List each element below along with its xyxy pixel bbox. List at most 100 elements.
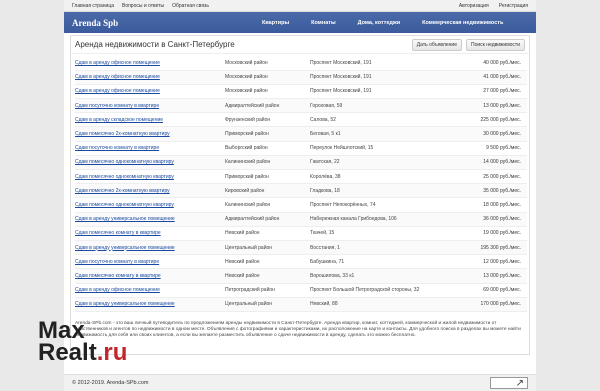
listing-address: Переулок Нейшлотский, 15: [310, 141, 450, 156]
listing-link[interactable]: Сдам посуточно комнату в квартире: [75, 259, 159, 265]
top-nav-link[interactable]: Обратная связь: [172, 3, 209, 9]
listing-address: Проспект Московский, 191: [310, 56, 450, 71]
listing-address: Проспект Большой Петроградской стороны, …: [310, 283, 450, 298]
table-row: Сдам в аренду офисное помещение Московски…: [75, 56, 527, 71]
table-row: Сдам помесячно комнату в квартире Невский…: [75, 226, 527, 241]
listing-link[interactable]: Сдам помесячно комнату в квартире: [75, 230, 161, 236]
listing-address: Ворошилова, 33 к1: [310, 268, 450, 284]
listing-link[interactable]: Сдам в аренду офисное помещение: [75, 88, 160, 94]
listing-price: 69 000 руб./мес.: [450, 283, 527, 298]
listing-address: Восстания, 1: [310, 240, 450, 256]
listing-title-cell: Сдам посуточно комнату в квартире: [75, 98, 225, 114]
listing-district: Кировский район: [225, 183, 310, 199]
listing-district: Московский район: [225, 56, 310, 71]
listing-address: Невский, 88: [310, 297, 450, 312]
table-row: Сдам посуточно комнату в квартире Невский…: [75, 254, 527, 270]
listing-price: 195 300 руб./мес.: [450, 240, 527, 256]
listing-title-cell: Сдам в аренду универсальное помещение: [75, 297, 225, 312]
listing-district: Адмиралтейский район: [225, 98, 310, 114]
top-nav-link[interactable]: Вопросы и ответы: [122, 3, 164, 9]
listing-address: Проспект Непокорённых, 74: [310, 197, 450, 213]
table-row: Сдам помесячно 2х-комнатную квартиру Киро…: [75, 183, 527, 199]
listing-address: Салова, 52: [310, 112, 450, 128]
arrow-icon: ↗: [515, 377, 524, 389]
listing-price: 9 500 руб./мес.: [450, 141, 527, 156]
listing-price: 36 000 руб./мес.: [450, 212, 527, 227]
main-menu-item[interactable]: Комнаты: [311, 20, 335, 26]
listing-district: Невский район: [225, 226, 310, 241]
table-row: Сдам помесячно 2х-комнатную квартиру Прим…: [75, 126, 527, 142]
listing-district: Центральный район: [225, 297, 310, 312]
listing-price: 225 000 руб./мес.: [450, 112, 527, 128]
listing-district: Калининский район: [225, 155, 310, 171]
listing-district: Невский район: [225, 268, 310, 284]
listing-link[interactable]: Сдам помесячно однокомнатную квартиру: [75, 202, 174, 208]
table-row: Сдам в аренду складское помещение Фрунзен…: [75, 112, 527, 128]
listing-link[interactable]: Сдам посуточно комнату в квартире: [75, 103, 159, 109]
listing-link[interactable]: Сдам помесячно 2х-комнатную квартиру: [75, 188, 170, 194]
search-property-button[interactable]: Поиск недвижимости: [466, 38, 525, 51]
table-row: Сдам помесячно комнату в квартире Невский…: [75, 268, 527, 284]
listing-district: Адмиралтейский район: [225, 212, 310, 227]
panel-header: Аренда недвижимости в Санкт-Петербурге Д…: [71, 36, 529, 54]
listing-title-cell: Сдам в аренду офисное помещение: [75, 56, 225, 71]
main-menu-item[interactable]: Квартиры: [262, 20, 289, 26]
listing-link[interactable]: Сдам в аренду офисное помещение: [75, 287, 160, 293]
listing-address: Гжатская, 22: [310, 155, 450, 171]
listing-address: Бабушкина, 71: [310, 254, 450, 270]
listing-price: 170 000 руб./мес.: [450, 297, 527, 312]
add-listing-button[interactable]: Дать объявление: [411, 38, 463, 51]
table-row: Сдам помесячно однокомнатную квартиру Кал…: [75, 197, 527, 213]
listing-link[interactable]: Сдам в аренду универсальное помещение: [75, 301, 175, 307]
listing-address: Королёва, 38: [310, 169, 450, 185]
table-row: Сдам в аренду универсальное помещение Цен…: [75, 240, 527, 256]
top-nav-right: Авторизация Регистрация: [449, 3, 528, 9]
top-nav-auth-link[interactable]: Регистрация: [499, 3, 528, 9]
listing-title-cell: Сдам посуточно комнату в квартире: [75, 254, 225, 270]
listing-price: 13 000 руб./мес.: [450, 98, 527, 114]
watermark: Max Realt.ru: [38, 317, 128, 366]
listing-link[interactable]: Сдам в аренду офисное помещение: [75, 60, 160, 66]
listing-district: Петроградский район: [225, 283, 310, 298]
listing-link[interactable]: Сдам в аренду универсальное помещение: [75, 216, 175, 222]
listing-title-cell: Сдам помесячно 2х-комнатную квартиру: [75, 183, 225, 199]
top-nav-link[interactable]: Главная страница: [72, 3, 114, 9]
listing-district: Московский район: [225, 84, 310, 100]
listing-district: Калининский район: [225, 197, 310, 213]
footer: © 2012-2019. Arenda-SPb.com ↗: [64, 374, 536, 391]
listing-title-cell: Сдам помесячно однокомнатную квартиру: [75, 197, 225, 213]
top-nav-auth-link[interactable]: Авторизация: [459, 3, 489, 9]
listing-link[interactable]: Сдам помесячно однокомнатную квартиру: [75, 159, 174, 165]
listing-link[interactable]: Сдам помесячно комнату в квартире: [75, 273, 161, 279]
listing-link[interactable]: Сдам в аренду универсальное помещение: [75, 245, 175, 251]
listing-link[interactable]: Сдам посуточно комнату в квартире: [75, 145, 159, 151]
counter-badge[interactable]: ↗: [490, 377, 528, 389]
site-logo[interactable]: Arenda Spb: [72, 18, 232, 28]
listing-district: Приморский район: [225, 169, 310, 185]
listing-link[interactable]: Сдам в аренду офисное помещение: [75, 74, 160, 80]
listing-title-cell: Сдам помесячно однокомнатную квартиру: [75, 169, 225, 185]
table-row: Сдам посуточно комнату в квартире Выборгс…: [75, 141, 527, 156]
table-row: Сдам помесячно однокомнатную квартиру Кал…: [75, 155, 527, 171]
listing-link[interactable]: Сдам помесячно однокомнатную квартиру: [75, 174, 174, 180]
listing-price: 30 000 руб./мес.: [450, 126, 527, 142]
main-menu-item[interactable]: Коммерческая недвижимость: [422, 20, 503, 26]
listing-link[interactable]: Сдам в аренду складское помещение: [75, 117, 163, 123]
listing-price: 18 000 руб./мес.: [450, 197, 527, 213]
listing-title-cell: Сдам помесячно 2х-комнатную квартиру: [75, 126, 225, 142]
table-row: Сдам в аренду офисное помещение Московски…: [75, 84, 527, 100]
listing-price: 14 000 руб./мес.: [450, 155, 527, 171]
listing-link[interactable]: Сдам помесячно 2х-комнатную квартиру: [75, 131, 170, 137]
listing-address: Гладкова, 18: [310, 183, 450, 199]
listing-price: 25 000 руб./мес.: [450, 169, 527, 185]
listing-price: 19 000 руб./мес.: [450, 226, 527, 241]
listings-table: Сдам в аренду офисное помещение Московски…: [75, 56, 527, 312]
page-title: Аренда недвижимости в Санкт-Петербурге: [75, 40, 235, 49]
listing-address: Беговая, 5 к1: [310, 126, 450, 142]
copyright: © 2012-2019. Arenda-SPb.com: [72, 380, 149, 386]
site-description: Arenda-SPb.com - это ваш личный путеводи…: [75, 321, 521, 338]
listing-address: Набережная канала Грибоедова, 106: [310, 212, 450, 227]
listing-address: Проспект Московский, 191: [310, 84, 450, 100]
listing-price: 27 000 руб./мес.: [450, 84, 527, 100]
main-menu-item[interactable]: Дома, коттеджи: [358, 20, 401, 26]
